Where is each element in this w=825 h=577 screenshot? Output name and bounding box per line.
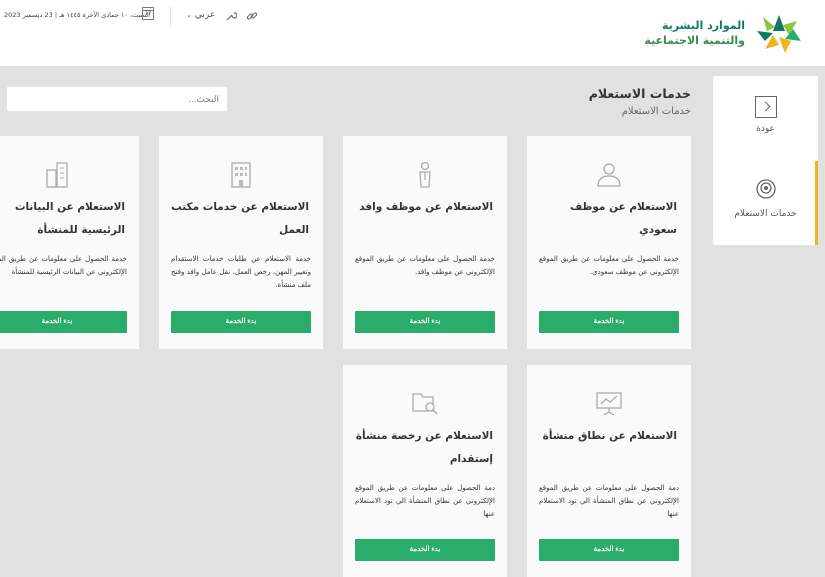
- worker-icon: [419, 161, 431, 188]
- current-date: السبت، ١٠ جمادى الآخرة ١٤٤٥ هـ | 23 ديسم…: [4, 11, 151, 19]
- service-card: الاستعلام عن نطاق منشأة دمة الحصول على م…: [527, 365, 691, 577]
- back-arrow-icon: [754, 96, 777, 118]
- link-icon[interactable]: [246, 10, 258, 22]
- page-title: خدمات الاستعلام: [588, 86, 691, 101]
- language-selector[interactable]: ⌄ عربي: [186, 10, 215, 20]
- sidebar: عودة خدمات الاستعلام: [713, 76, 818, 245]
- service-card: الاستعلام عن البيانات الرئيسية للمنشأة خ…: [0, 136, 139, 349]
- folder-search-icon: [412, 393, 438, 415]
- logo[interactable]: الموارد البشرية والتنمية الاجتماعية: [644, 11, 805, 55]
- buildings-icon: [46, 162, 68, 188]
- start-service-button[interactable]: بدء الخدمة: [355, 539, 495, 561]
- logo-line-1: الموارد البشرية: [662, 19, 745, 32]
- search-input[interactable]: [6, 86, 228, 112]
- chevron-down-icon: ⌄: [186, 11, 192, 19]
- language-label: عربي: [194, 10, 216, 20]
- service-card: الاستعلام عن خدمات مكتب العمل خدمة الاست…: [159, 136, 323, 349]
- card-title: الاستعلام عن موظف وافد: [359, 201, 493, 213]
- user-icon: [597, 163, 621, 187]
- logo-mark-icon: [757, 15, 801, 53]
- service-card: الاستعلام عن موظف سعودي خدمة الحصول على …: [527, 136, 691, 349]
- sidebar-back-label: عودة: [756, 124, 775, 134]
- building-icon: [231, 162, 251, 188]
- card-description: خدمة الاستعلام عن طلبات خدمات الاستقدام …: [171, 255, 311, 289]
- card-description: دمة الحصول على معلومات عن طريق الموقع ال…: [355, 484, 495, 518]
- service-card: الاستعلام عن رخصة منشأة إستقدام دمة الحص…: [343, 365, 507, 577]
- card-title: الاستعلام عن رخصة منشأة إستقدام: [355, 430, 493, 465]
- start-service-button[interactable]: بدء الخدمة: [539, 311, 679, 333]
- sidebar-item-inquiry[interactable]: خدمات الاستعلام: [713, 178, 818, 219]
- sidebar-item-back[interactable]: عودة: [713, 96, 818, 134]
- wrench-icon[interactable]: [225, 10, 237, 22]
- header-divider: [170, 7, 171, 27]
- card-title: الاستعلام عن خدمات مكتب العمل: [171, 201, 309, 236]
- sidebar-inquiry-label: خدمات الاستعلام: [734, 209, 797, 219]
- calendar-day: 17: [145, 11, 152, 17]
- card-description: خدمة الحصول على معلومات عن طريق الموقع ا…: [355, 255, 495, 276]
- breadcrumb[interactable]: خدمات الاستعلام: [622, 106, 691, 117]
- logo-line-2: والتنمية الاجتماعية: [644, 34, 745, 47]
- service-card: الاستعلام عن موظف وافد خدمة الحصول على م…: [343, 136, 507, 349]
- card-description: خدمة الحصول على معلومات عن طريق الموقع ا…: [539, 255, 679, 276]
- card-title: الاستعلام عن البيانات الرئيسية للمنشأة: [14, 201, 125, 236]
- start-service-button[interactable]: بدء الخدمة: [355, 311, 495, 333]
- start-service-button[interactable]: بدء الخدمة: [171, 311, 311, 333]
- card-description: خدمة الحصول على معلومات عن طريق الموقع ا…: [0, 255, 127, 276]
- top-header: الموارد البشرية والتنمية الاجتماعية السب…: [0, 0, 825, 66]
- card-title: الاستعلام عن نطاق منشأة: [542, 430, 677, 442]
- logo-text: الموارد البشرية والتنمية الاجتماعية: [644, 18, 745, 48]
- start-service-button[interactable]: بدء الخدمة: [0, 311, 127, 333]
- card-description: دمة الحصول على معلومات عن طريق الموقع ال…: [539, 484, 679, 518]
- presentation-chart-icon: [596, 392, 622, 416]
- sidebar-active-indicator: [815, 161, 818, 245]
- calendar-icon: 17: [142, 7, 154, 20]
- broadcast-icon: [755, 179, 776, 199]
- start-service-button[interactable]: بدء الخدمة: [539, 539, 679, 561]
- card-title: الاستعلام عن موظف سعودي: [569, 201, 677, 236]
